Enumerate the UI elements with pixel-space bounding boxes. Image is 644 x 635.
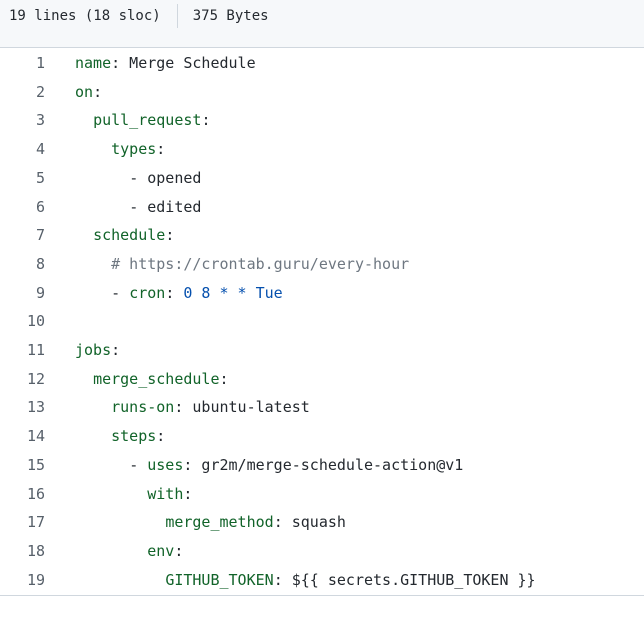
- file-header: 19 lines (18 sloc) 375 Bytes: [0, 0, 644, 48]
- line-content: schedule:: [93, 226, 175, 245]
- line-number[interactable]: 1: [0, 49, 45, 78]
- line-number[interactable]: 14: [0, 422, 45, 451]
- line-content: pull_request:: [93, 111, 211, 130]
- code-line: 1 name: Merge Schedule: [0, 49, 644, 78]
- code-line: 8 # https://crontab.guru/every-hour: [0, 250, 644, 279]
- line-content: - cron: 0 8 * * Tue: [111, 283, 283, 302]
- file-info-divider: [176, 4, 178, 28]
- line-content: GITHUB_TOKEN: ${{ secrets.GITHUB_TOKEN }…: [165, 570, 536, 589]
- line-number[interactable]: 8: [0, 250, 45, 279]
- line-content: # https://crontab.guru/every-hour: [111, 254, 410, 273]
- code-line: 17 merge_method: squash: [0, 508, 644, 537]
- file-size: 375 Bytes: [192, 8, 269, 24]
- code-line: 10: [0, 307, 644, 336]
- line-content: on:: [75, 82, 103, 101]
- line-number[interactable]: 16: [0, 480, 45, 509]
- code-line: 18 env:: [0, 537, 644, 566]
- line-content: types:: [111, 140, 166, 159]
- line-content: steps:: [111, 427, 166, 446]
- code-line: 13 runs-on: ubuntu-latest: [0, 393, 644, 422]
- line-content: runs-on: ubuntu-latest: [111, 398, 310, 417]
- line-content: - edited: [129, 197, 202, 216]
- line-number[interactable]: 18: [0, 537, 45, 566]
- line-number[interactable]: 6: [0, 193, 45, 222]
- line-number[interactable]: 19: [0, 566, 45, 595]
- line-number[interactable]: 3: [0, 106, 45, 135]
- code-line: 14 steps:: [0, 422, 644, 451]
- line-number[interactable]: 17: [0, 508, 45, 537]
- line-number[interactable]: 7: [0, 221, 45, 250]
- line-number[interactable]: 12: [0, 365, 45, 394]
- line-content: env:: [147, 541, 184, 560]
- code-line: 11 jobs:: [0, 336, 644, 365]
- line-content: - opened: [129, 168, 202, 187]
- line-number[interactable]: 9: [0, 279, 45, 308]
- line-number[interactable]: 13: [0, 393, 45, 422]
- code-line: 5 - opened: [0, 164, 644, 193]
- line-number[interactable]: 2: [0, 78, 45, 107]
- line-count: 19 lines (18 sloc): [9, 8, 161, 24]
- line-number[interactable]: 5: [0, 164, 45, 193]
- code-line: 19 GITHUB_TOKEN: ${{ secrets.GITHUB_TOKE…: [0, 566, 644, 595]
- line-content: - uses: gr2m/merge-schedule-action@v1: [129, 455, 464, 474]
- line-number[interactable]: 10: [0, 307, 45, 336]
- line-number[interactable]: 15: [0, 451, 45, 480]
- code-line: 15 - uses: gr2m/merge-schedule-action@v1: [0, 451, 644, 480]
- line-content: merge_schedule:: [93, 369, 229, 388]
- code-line: 4 types:: [0, 135, 644, 164]
- line-number[interactable]: 4: [0, 135, 45, 164]
- line-content: merge_method: squash: [165, 513, 346, 532]
- code-line: 9 - cron: 0 8 * * Tue: [0, 279, 644, 308]
- line-content: jobs:: [75, 341, 121, 359]
- file-info: 19 lines (18 sloc) 375 Bytes: [9, 4, 269, 28]
- code-line: 16 with:: [0, 480, 644, 509]
- code-line: 7 schedule:: [0, 221, 644, 250]
- code-line: 3 pull_request:: [0, 106, 644, 135]
- line-number[interactable]: 11: [0, 336, 45, 365]
- line-content: name: Merge Schedule: [75, 54, 256, 72]
- code-view: 1 name: Merge Schedule 2 on: 3 pull_request:…: [0, 48, 644, 596]
- code-line: 12 merge_schedule:: [0, 365, 644, 394]
- line-content: with:: [147, 484, 193, 503]
- code-line: 2 on:: [0, 78, 644, 107]
- code-line: 6 - edited: [0, 193, 644, 222]
